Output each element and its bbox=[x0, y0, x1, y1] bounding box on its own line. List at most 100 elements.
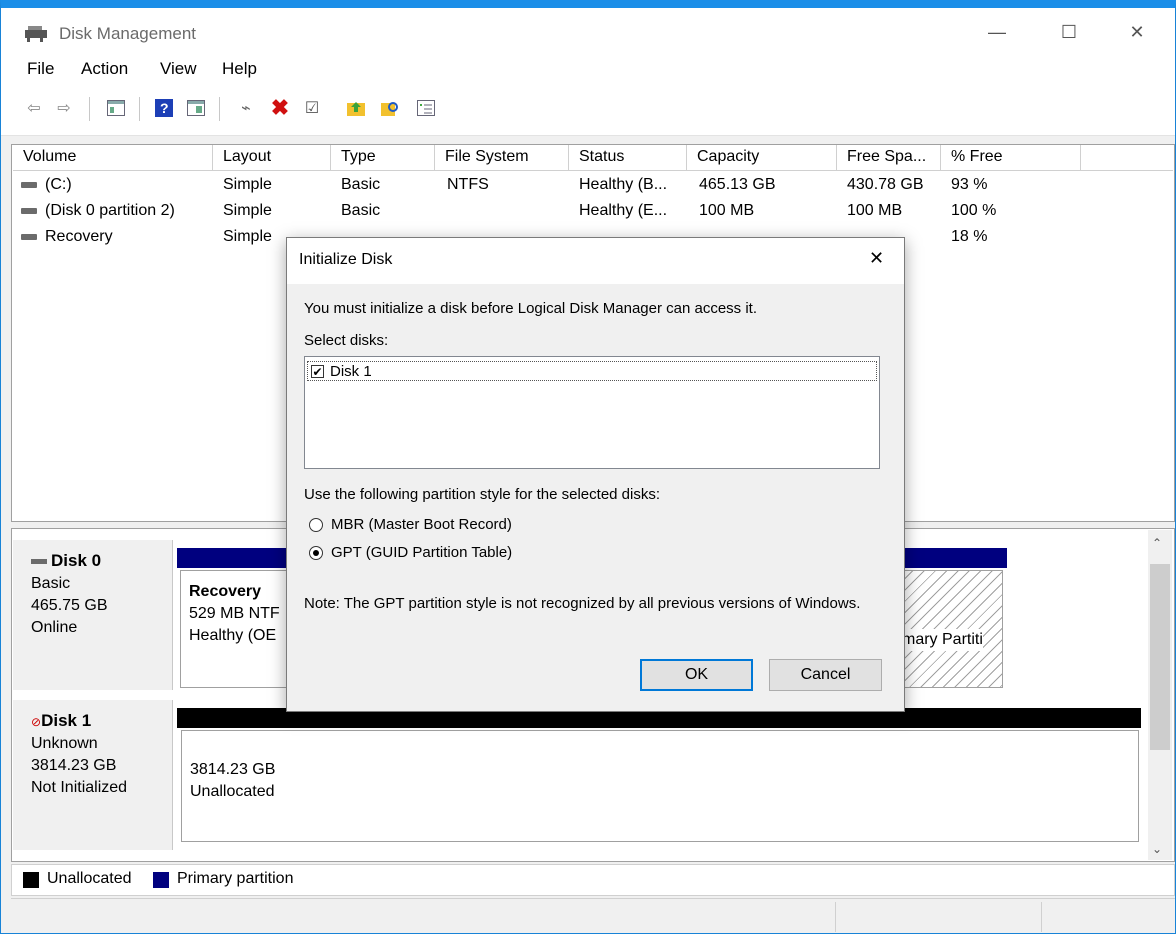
disk-management-icon bbox=[25, 26, 47, 42]
legend-primary-swatch bbox=[153, 872, 169, 888]
connect-icon[interactable]: ⌁ bbox=[235, 97, 257, 119]
disk-error-icon: ⊘ bbox=[31, 715, 42, 729]
disk1-type: Unknown bbox=[31, 735, 98, 752]
toolbar-separator bbox=[219, 97, 220, 121]
disk-listbox[interactable]: ✔ Disk 1 bbox=[304, 356, 880, 469]
table-cell: Simple bbox=[223, 176, 272, 193]
mbr-label[interactable]: MBR (Master Boot Record) bbox=[331, 516, 512, 533]
maximize-button[interactable]: ☐ bbox=[1039, 8, 1099, 56]
list-icon[interactable] bbox=[415, 97, 437, 119]
select-disks-label: Select disks: bbox=[304, 332, 389, 349]
dialog-title-bar: Initialize Disk ✕ bbox=[287, 238, 904, 284]
console-tree-icon[interactable] bbox=[105, 97, 127, 119]
title-bar: Disk Management — ☐ ✕ bbox=[1, 8, 1175, 56]
gpt-label[interactable]: GPT (GUID Partition Table) bbox=[331, 544, 512, 561]
table-cell: 100 % bbox=[951, 202, 997, 219]
table-row-volume[interactable]: (Disk 0 partition 2) bbox=[21, 202, 175, 220]
table-row-volume[interactable]: Recovery bbox=[21, 228, 113, 246]
table-cell: Healthy (B... bbox=[579, 176, 668, 193]
scroll-up-icon[interactable]: ⌃ bbox=[1152, 536, 1162, 550]
disk1-info[interactable]: ⊘Disk 1 Unknown 3814.23 GB Not Initializ… bbox=[13, 700, 173, 850]
volume-icon bbox=[21, 207, 37, 214]
minimize-button[interactable]: — bbox=[967, 8, 1027, 56]
dialog-intro: You must initialize a disk before Logica… bbox=[304, 300, 758, 317]
forward-arrow-icon[interactable]: ⇨ bbox=[53, 97, 75, 119]
dialog-close-button[interactable]: ✕ bbox=[869, 248, 884, 269]
volume-icon bbox=[21, 181, 37, 188]
table-cell: Healthy (E... bbox=[579, 202, 668, 219]
gpt-radio[interactable] bbox=[309, 546, 323, 560]
partition-style-label: Use the following partition style for th… bbox=[304, 486, 661, 503]
dialog-title: Initialize Disk bbox=[299, 251, 393, 268]
col-capacity[interactable]: Capacity bbox=[687, 145, 837, 171]
legend-unallocated-label: Unallocated bbox=[47, 870, 132, 887]
search-folder-icon[interactable] bbox=[379, 97, 401, 119]
initialize-disk-dialog: Initialize Disk ✕ You must initialize a … bbox=[286, 237, 905, 712]
properties-icon[interactable] bbox=[185, 97, 207, 119]
scroll-down-icon[interactable]: ⌄ bbox=[1152, 842, 1162, 856]
unallocated-label: Unallocated bbox=[190, 783, 275, 800]
menu-help[interactable]: Help bbox=[222, 59, 257, 79]
col-volume[interactable]: Volume bbox=[13, 145, 213, 171]
list-item[interactable]: ✔ Disk 1 bbox=[307, 361, 877, 381]
legend-unallocated-swatch bbox=[23, 872, 39, 888]
delete-icon[interactable]: ✖ bbox=[269, 95, 291, 120]
svg-text:?: ? bbox=[160, 100, 169, 116]
check-icon[interactable]: ☑ bbox=[301, 97, 323, 119]
table-cell: 100 MB bbox=[699, 202, 755, 219]
menu-view[interactable]: View bbox=[160, 59, 197, 79]
disk0-size: 465.75 GB bbox=[31, 597, 108, 614]
scrollbar-thumb[interactable] bbox=[1150, 564, 1170, 750]
toolbar-separator bbox=[139, 97, 140, 121]
status-bar bbox=[11, 898, 1175, 932]
unallocated-size: 3814.23 GB bbox=[190, 761, 276, 778]
table-cell: Simple bbox=[223, 228, 272, 245]
table-cell: 465.13 GB bbox=[699, 176, 776, 193]
col-layout[interactable]: Layout bbox=[213, 145, 331, 171]
toolbar-separator bbox=[89, 97, 90, 121]
mbr-radio[interactable] bbox=[309, 518, 323, 532]
disk1-state: Not Initialized bbox=[31, 779, 128, 796]
table-cell: 100 MB bbox=[847, 202, 903, 219]
back-arrow-icon[interactable]: ⇦ bbox=[23, 97, 45, 119]
disk0-state: Online bbox=[31, 619, 78, 636]
disk1-name: Disk 1 bbox=[41, 711, 92, 730]
legend-primary-label: Primary partition bbox=[177, 870, 294, 887]
col-type[interactable]: Type bbox=[331, 145, 435, 171]
volume-icon bbox=[21, 233, 37, 240]
col-file-system[interactable]: File System bbox=[435, 145, 569, 171]
table-row-volume[interactable]: (C:) bbox=[21, 176, 72, 194]
cancel-button[interactable]: Cancel bbox=[769, 659, 882, 691]
table-cell: NTFS bbox=[447, 176, 489, 193]
status-divider bbox=[1041, 902, 1042, 932]
primary-partition-label: mary Partiti bbox=[902, 629, 983, 651]
table-cell: 93 % bbox=[951, 176, 988, 193]
disk1-checkbox[interactable]: ✔ bbox=[311, 365, 324, 378]
table-cell: Simple bbox=[223, 202, 272, 219]
disk0-type: Basic bbox=[31, 575, 71, 592]
app-window: Disk Management — ☐ ✕ File Action View H… bbox=[0, 0, 1176, 934]
col-percent-free[interactable]: % Free bbox=[941, 145, 1081, 171]
menu-file[interactable]: File bbox=[27, 59, 54, 79]
table-cell: 430.78 GB bbox=[847, 176, 924, 193]
col-free-space[interactable]: Free Spa... bbox=[837, 145, 941, 171]
table-cell: 18 % bbox=[951, 228, 988, 245]
unallocated-region[interactable]: 3814.23 GB Unallocated bbox=[181, 730, 1139, 842]
help-icon[interactable]: ? bbox=[153, 97, 175, 119]
ok-button[interactable]: OK bbox=[640, 659, 753, 691]
disk-icon bbox=[31, 559, 47, 565]
status-divider bbox=[835, 902, 836, 932]
disk1-list-label: Disk 1 bbox=[330, 363, 372, 380]
disk0-info[interactable]: Disk 0 Basic 465.75 GB Online bbox=[13, 540, 173, 690]
col-status[interactable]: Status bbox=[569, 145, 687, 171]
table-cell: Basic bbox=[341, 202, 381, 219]
disk0-name: Disk 0 bbox=[51, 551, 102, 570]
toolbar bbox=[1, 96, 1175, 136]
col-filler bbox=[1081, 145, 1173, 171]
disk1-size: 3814.23 GB bbox=[31, 757, 117, 774]
table-cell: Basic bbox=[341, 176, 381, 193]
close-window-button[interactable]: ✕ bbox=[1107, 8, 1167, 56]
primary-partition-selected[interactable]: mary Partiti bbox=[901, 570, 1003, 688]
menu-action[interactable]: Action bbox=[81, 59, 128, 79]
folder-up-icon[interactable] bbox=[345, 97, 367, 119]
